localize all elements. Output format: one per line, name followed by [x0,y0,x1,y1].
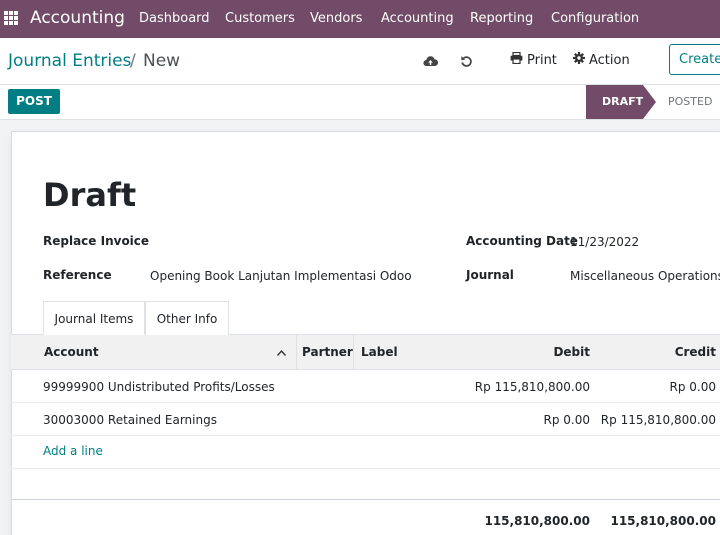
menu-reporting[interactable]: Reporting [470,11,533,26]
status-bar: POST DRAFT POSTED [0,84,720,120]
page-title: Draft [43,176,137,214]
accounting-date-label: Accounting Date [466,234,578,248]
top-navbar: Accounting Dashboard Customers Vendors A… [0,0,720,38]
header-partner[interactable]: Partner [302,345,353,359]
apps-menu-icon[interactable] [4,11,18,25]
menu-vendors[interactable]: Vendors [310,11,362,26]
sort-caret-up-icon[interactable] [276,346,287,361]
row-account[interactable]: 99999900 Undistributed Profits/Losses [43,380,275,394]
add-line-link[interactable]: Add a line [43,444,103,458]
tab-journal-items[interactable]: Journal Items [43,301,145,335]
printer-icon [510,51,523,68]
journal-label: Journal [466,268,514,282]
reference-label: Reference [43,268,112,282]
column-separator [296,335,297,370]
column-separator [353,335,354,370]
menu-dashboard[interactable]: Dashboard [139,11,210,26]
menu-configuration[interactable]: Configuration [551,11,639,26]
row-credit[interactable]: Rp 0.00 [590,380,717,394]
total-debit: 115,810,800.00 [484,514,590,528]
menu-accounting[interactable]: Accounting [381,11,454,26]
tab-other-info[interactable]: Other Info [145,301,229,335]
action-button[interactable]: Action [573,52,630,68]
undo-icon[interactable] [457,52,475,70]
stage-posted[interactable]: POSTED [668,95,712,108]
row-debit[interactable]: Rp 115,810,800.00 [460,380,590,394]
replace-invoice-label: Replace Invoice [43,234,150,248]
action-label: Action [589,52,630,68]
create-button[interactable]: Create [669,44,720,75]
row-account[interactable]: 30003000 Retained Earnings [43,413,217,427]
print-button[interactable]: Print [510,51,557,68]
header-credit[interactable]: Credit [620,345,716,359]
total-credit: 115,810,800.00 [610,514,716,528]
control-panel: Journal Entries / New Print Action Creat… [0,38,720,84]
print-label: Print [527,52,557,68]
journal-field[interactable]: Miscellaneous Operations [570,269,720,283]
totals-divider [11,499,720,500]
menu-customers[interactable]: Customers [225,11,295,26]
reference-field[interactable]: Opening Book Lanjutan Implementasi Odoo [150,269,412,283]
row-credit[interactable]: Rp 115,810,800.00 [590,413,716,427]
cloud-upload-icon[interactable] [421,52,439,70]
stage-draft[interactable]: DRAFT [586,85,656,119]
header-debit[interactable]: Debit [500,345,590,359]
breadcrumb-journal-entries[interactable]: Journal Entries [8,51,131,71]
add-line-row [11,436,720,469]
header-account[interactable]: Account [44,345,99,359]
accounting-date-field[interactable]: 11/23/2022 [570,235,639,249]
app-title[interactable]: Accounting [30,8,125,28]
header-label[interactable]: Label [361,345,398,359]
gear-icon [573,52,585,68]
breadcrumb-separator: / [130,51,136,71]
post-button[interactable]: POST [8,89,60,114]
breadcrumb-current: New [143,51,181,71]
row-debit[interactable]: Rp 0.00 [460,413,591,427]
